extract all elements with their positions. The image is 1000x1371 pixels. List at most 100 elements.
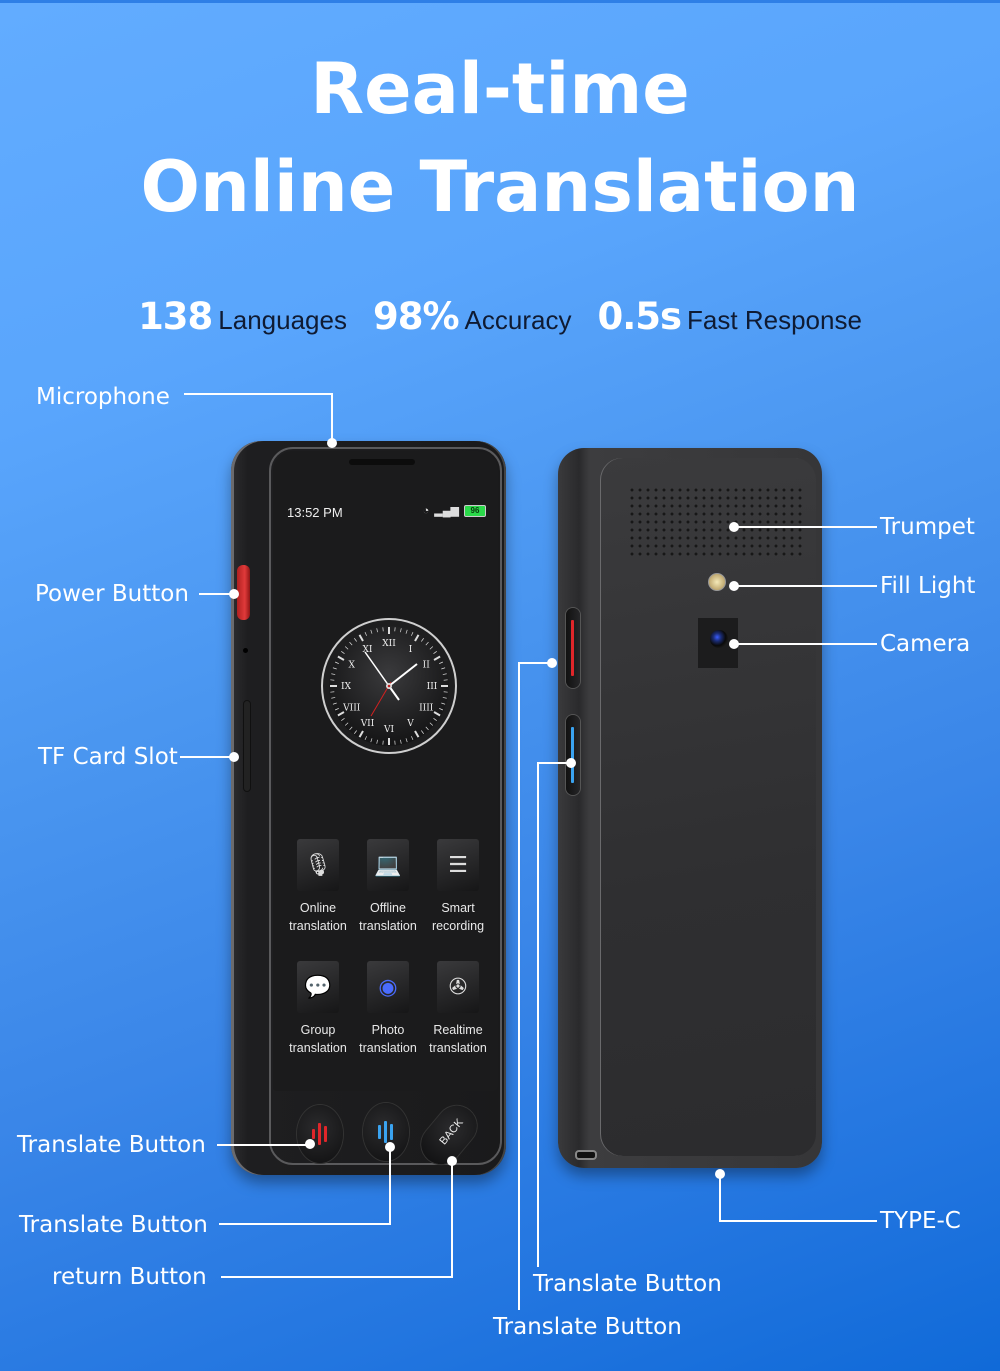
clock-numeral: I: [409, 645, 413, 655]
speaker-grill: [628, 486, 803, 556]
leader-line: [221, 1276, 453, 1278]
leader-dot: [327, 438, 337, 448]
side-translate-button-blue[interactable]: [566, 715, 580, 795]
app-label: Photo translation: [359, 1023, 417, 1056]
callout-fill-light: Fill Light: [880, 573, 976, 599]
callout-translate-button-1: Translate Button: [17, 1132, 206, 1158]
leader-line: [184, 393, 332, 395]
leader-dot: [715, 1169, 725, 1179]
side-translate-button-red[interactable]: [566, 608, 580, 688]
leader-line: [735, 526, 877, 528]
app-label: Offline translation: [359, 901, 417, 934]
usb-c-port: [575, 1150, 597, 1160]
leader-dot: [729, 639, 739, 649]
translate-button-blue[interactable]: [363, 1103, 409, 1161]
callout-trumpet: Trumpet: [880, 514, 975, 540]
callout-side-translate-button-1: Translate Button: [533, 1271, 722, 1297]
wifi-icon: ◔: [422, 504, 430, 517]
stat-label: Fast Response: [687, 305, 862, 335]
leader-line: [219, 1223, 391, 1225]
leader-line: [735, 585, 877, 587]
callout-side-translate-button-2: Translate Button: [493, 1314, 682, 1340]
microphone-icon: 🎙: [297, 839, 339, 891]
app-grid: 🎙 Online translation 💻 Offline translation…: [283, 839, 493, 1058]
film-reel-icon: ✇: [437, 961, 479, 1014]
leader-dot: [729, 522, 739, 532]
leader-dot: [566, 758, 576, 768]
leader-line: [217, 1144, 312, 1146]
status-icons: ◔ ▂▄▆ 96: [423, 505, 486, 517]
leader-dot: [305, 1139, 315, 1149]
back-device: [558, 448, 822, 1168]
app-offline-translation[interactable]: 💻 Offline translation: [353, 839, 423, 935]
clock-numeral: IX: [341, 682, 352, 692]
headline-line2: Online Translation: [140, 146, 860, 228]
laptop-cloud-icon: 💻: [367, 839, 409, 891]
callout-translate-button-2: Translate Button: [19, 1212, 208, 1238]
callout-microphone: Microphone: [36, 384, 170, 410]
leader-dot: [729, 581, 739, 591]
callout-return-button: return Button: [52, 1264, 207, 1290]
leader-line: [180, 756, 234, 758]
leader-line: [389, 1148, 391, 1225]
stat-languages: 138 Languages: [138, 295, 347, 338]
leader-dot: [447, 1156, 457, 1166]
analog-clock: XIIIIIIIIIIIIVVIVIIVIIIIXXXI: [321, 618, 457, 754]
stat-label: Languages: [218, 305, 347, 335]
app-label: Online translation: [289, 901, 347, 934]
stat-value: 0.5s: [597, 295, 682, 338]
clock-numeral: III: [427, 682, 438, 692]
clock-numeral: XI: [363, 645, 373, 655]
leader-dot: [547, 658, 557, 668]
clock-numeral: VII: [360, 719, 375, 729]
chat-bubbles-icon: 💬: [297, 961, 339, 1014]
clock-numeral: VIII: [342, 704, 361, 714]
app-smart-recording[interactable]: ☰ Smart recording: [423, 839, 493, 935]
back-label: BACK: [437, 1116, 466, 1148]
battery-icon: 96: [464, 505, 486, 517]
clock-numeral: IIII: [419, 704, 434, 714]
callout-camera: Camera: [880, 631, 971, 657]
app-online-translation[interactable]: 🎙 Online translation: [283, 839, 353, 935]
camera-lens-icon: ◉: [367, 961, 409, 1014]
leader-dot: [385, 1142, 395, 1152]
leader-line: [719, 1175, 721, 1221]
leader-dot: [229, 752, 239, 762]
stat-response: 0.5s Fast Response: [597, 295, 861, 338]
callout-tf-card-slot: TF Card Slot: [38, 744, 178, 770]
leader-line: [735, 643, 877, 645]
translate-button-red[interactable]: [297, 1105, 343, 1163]
clock-numeral: XII: [382, 639, 396, 649]
status-time: 13:52 PM: [287, 505, 343, 520]
top-strip: [0, 0, 1000, 3]
signal-icon: ▂▄▆: [434, 504, 459, 517]
stat-value: 138: [138, 295, 213, 338]
stat-label: Accuracy: [464, 305, 572, 335]
app-label: Realtime translation: [429, 1023, 487, 1056]
clock-numeral: II: [423, 661, 431, 671]
hardware-button-row: BACK: [291, 1097, 491, 1173]
clock-numeral: X: [349, 661, 356, 671]
app-label: Smart recording: [431, 901, 485, 934]
recorder-icon: ☰: [437, 839, 479, 891]
app-photo-translation[interactable]: ◉ Photo translation: [353, 961, 423, 1057]
stat-accuracy: 98% Accuracy: [373, 295, 571, 338]
tf-card-slot: [243, 700, 251, 792]
earpiece-notch: [349, 459, 415, 465]
leader-line: [518, 662, 520, 1310]
callout-power-button: Power Button: [35, 581, 189, 607]
camera-lens-icon: [710, 630, 728, 648]
stat-value: 98%: [372, 295, 460, 338]
app-realtime-translation[interactable]: ✇ Realtime translation: [423, 961, 493, 1057]
clock-numeral: V: [406, 719, 414, 729]
back-panel: [600, 458, 816, 1156]
app-group-translation[interactable]: 💬 Group translation: [283, 961, 353, 1057]
mic-pinhole: [243, 648, 248, 653]
device-screen: 13:52 PM ◔ ▂▄▆ 96 XII I II III IIII V VI VII VII…: [273, 451, 498, 1091]
callout-type-c: TYPE-C: [880, 1208, 961, 1234]
app-label: Group translation: [289, 1023, 347, 1056]
fill-light: [708, 573, 726, 591]
headline-line1: Real-time: [310, 48, 690, 130]
leader-line: [451, 1162, 453, 1278]
leader-line: [537, 762, 539, 1267]
